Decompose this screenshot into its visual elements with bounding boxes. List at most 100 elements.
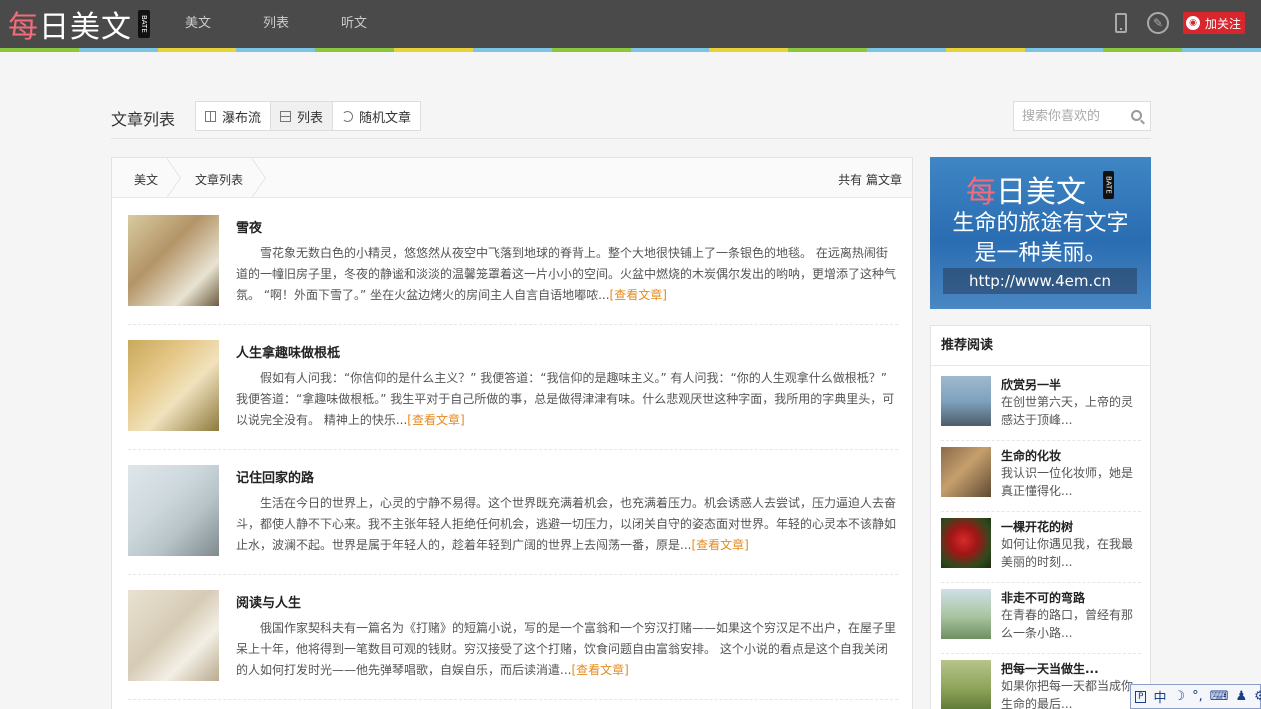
recommended-thumbnail[interactable] xyxy=(941,660,991,709)
banner-beta-badge: BATE xyxy=(1103,171,1114,199)
color-strip-segment xyxy=(472,48,552,52)
recommended-item[interactable]: 生命的化妆 我认识一位化妆师，她是真正懂得化... xyxy=(941,447,1141,513)
recommended-item[interactable]: 把每一天当做生... 如果你把每一天都当成你生命的最后... xyxy=(941,660,1141,709)
recommended-reading: 推荐阅读 欣赏另一半 在创世第六天，上帝的灵感达于顶峰... 生命的化妆 我认识… xyxy=(930,325,1151,709)
color-strip-segment xyxy=(945,48,1025,52)
search-box xyxy=(1013,101,1151,131)
article-item: 阅读与人生 俄国作家契科夫有一篇名为《打赌》的短篇小说，写的是一个富翁和一个穷汉… xyxy=(128,590,898,700)
article-thumbnail[interactable] xyxy=(128,590,219,681)
article-thumbnail[interactable] xyxy=(128,215,219,306)
recommended-thumbnail[interactable] xyxy=(941,447,991,497)
ime-logo-icon[interactable]: P xyxy=(1135,690,1147,703)
color-strip-segment xyxy=(157,48,237,52)
breadcrumb-separator xyxy=(251,158,266,198)
excerpt-text: 假如有人问我：“你信仰的是什么主义？” 我便答道：“我信仰的是趣味主义。” 有人… xyxy=(236,371,895,427)
nav-item-meiwen[interactable]: 美文 xyxy=(185,0,211,48)
page-title: 文章列表 xyxy=(111,110,176,129)
ime-toolbar[interactable]: P 中 ☽ °, ⌨ ♟ ⚙ xyxy=(1130,684,1261,709)
recommended-title[interactable]: 生命的化妆 xyxy=(1001,447,1061,464)
tab-list-label: 列表 xyxy=(297,110,324,126)
color-strip-segment xyxy=(709,48,789,52)
recommended-item[interactable]: 欣赏另一半 在创世第六天，上帝的灵感达于顶峰... xyxy=(941,376,1141,442)
tab-random[interactable]: 随机文章 xyxy=(333,102,420,130)
weibo-icon: ◉ xyxy=(1186,16,1200,30)
color-strip-segment xyxy=(866,48,946,52)
article-thumbnail[interactable] xyxy=(128,340,219,431)
article-excerpt: 假如有人问我：“你信仰的是什么主义？” 我便答道：“我信仰的是趣味主义。” 有人… xyxy=(236,368,898,431)
divider xyxy=(941,440,1141,441)
article-excerpt: 生活在今日的世界上，心灵的宁静不易得。这个世界既充满着机会，也充满着压力。机会诱… xyxy=(236,493,898,556)
recommended-desc: 在青春的路口，曾经有那么一条小路... xyxy=(1001,608,1134,640)
follow-label: 加关注 xyxy=(1204,16,1241,31)
ime-user-icon[interactable]: ♟ xyxy=(1236,689,1248,704)
recommended-thumbnail[interactable] xyxy=(941,589,991,639)
divider xyxy=(941,511,1141,512)
banner-slogan-line2: 是一种美丽。 xyxy=(974,241,1107,266)
recommended-thumbnail[interactable] xyxy=(941,376,991,426)
breadcrumb-separator xyxy=(166,158,181,198)
article-excerpt: 雪花象无数白色的小精灵，悠悠然从夜空中飞落到地球的脊背上。整个大地很快铺上了一条… xyxy=(236,243,898,306)
tab-waterfall[interactable]: 瀑布流 xyxy=(196,102,272,130)
breadcrumb-item-meiwen[interactable]: 美文 xyxy=(134,171,158,188)
article-title[interactable]: 阅读与人生 xyxy=(236,592,301,611)
read-more-link[interactable]: [查看文章] xyxy=(571,663,628,677)
article-excerpt: 俄国作家契科夫有一篇名为《打赌》的短篇小说，写的是一个富翁和一个穷汉打赌——如果… xyxy=(236,618,898,681)
article-title[interactable]: 记住回家的路 xyxy=(236,467,314,486)
article-item: 人生拿趣味做根柢 假如有人问我：“你信仰的是什么主义？” 我便答道：“我信仰的是… xyxy=(128,340,898,450)
ime-settings-icon[interactable]: ⚙ xyxy=(1254,689,1261,704)
article-title[interactable]: 人生拿趣味做根柢 xyxy=(236,342,340,361)
site-logo[interactable]: 每日美文 BATE xyxy=(8,7,150,45)
nav-item-listen[interactable]: 听文 xyxy=(341,0,367,48)
list-icon xyxy=(280,110,292,122)
read-more-link[interactable]: [查看文章] xyxy=(691,538,748,552)
breadcrumb: 美文 文章列表 共有 篇文章 xyxy=(112,158,912,198)
article-thumbnail[interactable] xyxy=(128,465,219,556)
read-more-link[interactable]: [查看文章] xyxy=(610,288,667,302)
color-strip-segment xyxy=(315,48,395,52)
recommended-item[interactable]: 非走不可的弯路 在青春的路口，曾经有那么一条小路... xyxy=(941,589,1141,655)
ime-moon-icon[interactable]: ☽ xyxy=(1173,689,1185,704)
follow-button[interactable]: ◉ 加关注 xyxy=(1183,12,1245,34)
phone-icon[interactable] xyxy=(1115,13,1127,33)
excerpt-text: 雪花象无数白色的小精灵，悠悠然从夜空中飞落到地球的脊背上。整个大地很快铺上了一条… xyxy=(236,246,897,302)
ime-keyboard-icon[interactable]: ⌨ xyxy=(1210,689,1229,704)
nav-item-list[interactable]: 列表 xyxy=(263,0,289,48)
tab-list[interactable]: 列表 xyxy=(271,102,334,130)
color-strip-segment xyxy=(1024,48,1104,52)
article-item: 雪夜 雪花象无数白色的小精灵，悠悠然从夜空中飞落到地球的脊背上。整个大地很快铺上… xyxy=(128,215,898,325)
color-strip-segment xyxy=(0,48,79,52)
breadcrumb-item-article-list[interactable]: 文章列表 xyxy=(195,171,243,188)
excerpt-text: 生活在今日的世界上，心灵的宁静不易得。这个世界既充满着机会，也充满着压力。机会诱… xyxy=(236,496,897,552)
article-title[interactable]: 雪夜 xyxy=(236,217,262,236)
color-strip-segment xyxy=(1182,48,1261,52)
tab-random-label: 随机文章 xyxy=(359,110,412,126)
search-input[interactable] xyxy=(1022,108,1122,124)
header-divider xyxy=(111,138,1151,139)
refresh-icon xyxy=(342,110,354,122)
color-strip-segment xyxy=(394,48,473,52)
ime-punctuation-icon[interactable]: °, xyxy=(1192,689,1203,704)
recommended-item[interactable]: 一棵开花的树 如何让你遇见我，在我最美丽的时刻... xyxy=(941,518,1141,584)
recommended-desc: 如果你把每一天都当成你生命的最后... xyxy=(1001,679,1134,709)
recommended-desc: 在创世第六天，上帝的灵感达于顶峰... xyxy=(1001,395,1134,427)
color-strip-segment xyxy=(1103,48,1183,52)
excerpt-text: 俄国作家契科夫有一篇名为《打赌》的短篇小说，写的是一个富翁和一个穷汉打赌——如果… xyxy=(236,621,897,677)
color-strip-segment xyxy=(78,48,158,52)
promo-banner[interactable]: 每日美文 BATE 生命的旅途有文字 是一种美丽。 http://www.4em… xyxy=(930,157,1151,309)
article-total: 共有 篇文章 xyxy=(838,173,902,187)
recommended-heading: 推荐阅读 xyxy=(931,326,1150,366)
recommended-title[interactable]: 欣赏另一半 xyxy=(1001,376,1061,393)
recommended-desc: 如何让你遇见我，在我最美丽的时刻... xyxy=(1001,537,1134,569)
color-strip-segment xyxy=(630,48,710,52)
read-more-link[interactable]: [查看文章] xyxy=(407,413,464,427)
recommended-title[interactable]: 非走不可的弯路 xyxy=(1001,589,1085,606)
banner-url: http://www.4em.cn xyxy=(943,268,1137,294)
edit-icon[interactable]: ✎ xyxy=(1147,12,1169,34)
recommended-title[interactable]: 把每一天当做生... xyxy=(1001,660,1099,677)
main-nav: 美文 列表 听文 xyxy=(185,0,419,48)
ime-chinese-mode[interactable]: 中 xyxy=(1153,687,1166,706)
recommended-title[interactable]: 一棵开花的树 xyxy=(1001,518,1073,535)
search-icon[interactable] xyxy=(1131,110,1142,121)
logo-beta-badge: BATE xyxy=(138,10,150,38)
recommended-thumbnail[interactable] xyxy=(941,518,991,568)
